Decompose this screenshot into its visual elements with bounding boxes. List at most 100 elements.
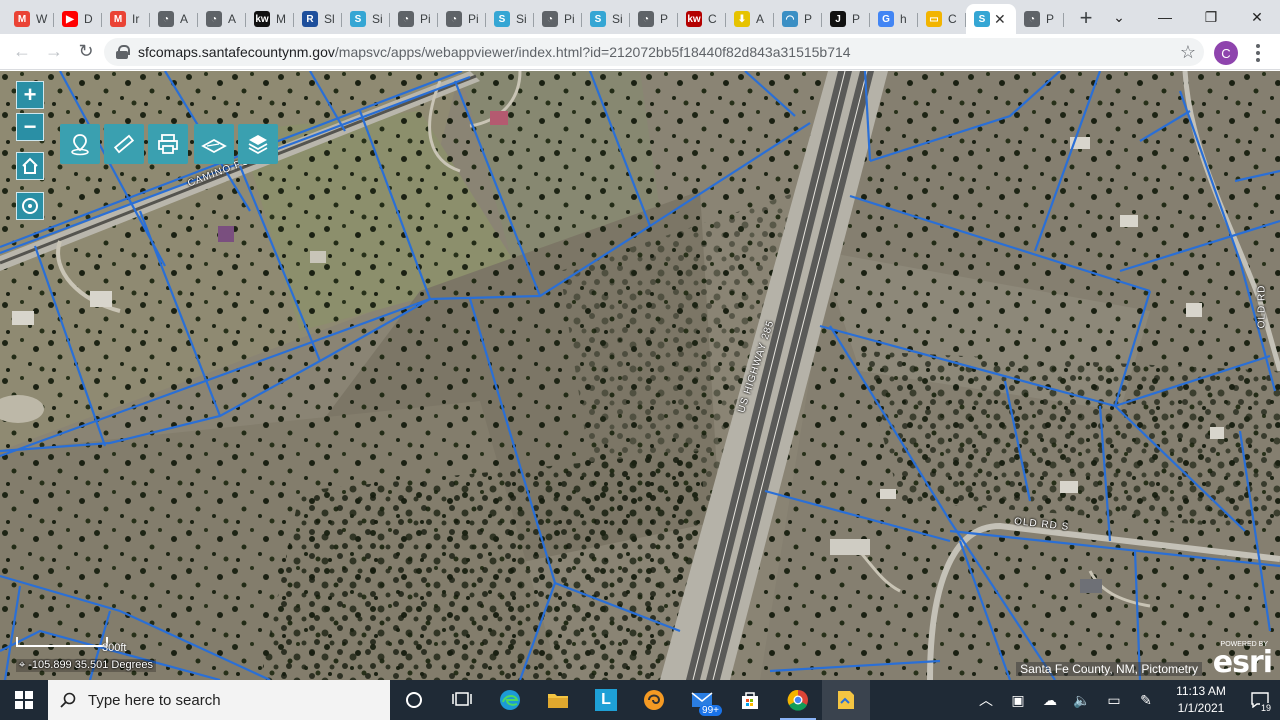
mail-button[interactable]: 99+ xyxy=(678,680,726,720)
system-tray: ︿ ▣ ☁ 🔈 ▭ ✎ 11:13 AM 1/1/2021 19 xyxy=(970,680,1280,720)
browser-tab[interactable]: ◔ Pi xyxy=(534,4,582,34)
swirl-app-icon xyxy=(644,690,664,710)
browser-tab[interactable]: M Ir xyxy=(102,4,150,34)
browser-tab[interactable]: kw M xyxy=(246,4,294,34)
cortana-button[interactable] xyxy=(390,680,438,720)
browser-tab[interactable]: R Sl xyxy=(294,4,342,34)
j-icon: J xyxy=(830,11,846,27)
globe-icon: ◔ xyxy=(158,11,174,27)
back-button[interactable]: ← xyxy=(6,36,38,68)
map-view[interactable]: CAMINO PC US HIGHWAY 285 OLD RD S OLD RD… xyxy=(0,71,1280,680)
tab-label: C xyxy=(708,12,717,26)
url-path: /mapsvc/apps/webappviewer/index.html?id=… xyxy=(334,44,851,60)
locate-icon xyxy=(22,198,38,214)
taskbar-clock[interactable]: 11:13 AM 1/1/2021 xyxy=(1162,683,1240,717)
lock-icon[interactable] xyxy=(116,45,130,59)
notification-center-button[interactable]: 19 xyxy=(1240,680,1280,720)
basemap-icon xyxy=(201,138,227,154)
onedrive-icon[interactable]: ☁ xyxy=(1034,680,1066,720)
browser-tab[interactable]: ◔ A xyxy=(198,4,246,34)
location-widget[interactable] xyxy=(60,124,100,164)
browser-tab[interactable]: ◔ A xyxy=(150,4,198,34)
task-view-button[interactable] xyxy=(438,680,486,720)
l-app-button[interactable]: L xyxy=(582,680,630,720)
google-icon: G xyxy=(878,11,894,27)
profile-avatar[interactable]: C xyxy=(1214,41,1238,65)
tab-label: h xyxy=(900,12,907,26)
menu-kebab-icon[interactable] xyxy=(1250,40,1266,66)
kw-icon: kw xyxy=(254,11,270,27)
chevron-up-icon[interactable]: ︿ xyxy=(970,680,1002,720)
esri-logo[interactable]: esri xyxy=(1213,645,1273,680)
url-host: sfcomaps.santafecountynm.gov xyxy=(138,44,335,60)
file-explorer-button[interactable] xyxy=(534,680,582,720)
layer-list-widget[interactable] xyxy=(238,124,278,164)
browser-tab[interactable]: ◠ P xyxy=(774,4,822,34)
browser-tab[interactable]: S Si xyxy=(486,4,534,34)
bookmark-star-icon[interactable]: ☆ xyxy=(1180,42,1196,63)
browser-tab[interactable]: JP xyxy=(822,4,870,34)
ruler-icon xyxy=(113,134,135,154)
browser-toolbar: ← → ↻ sfcomaps.santafecountynm.gov/mapsv… xyxy=(0,34,1280,70)
battery-icon[interactable]: ▭ xyxy=(1098,680,1130,720)
zoom-out-button[interactable]: − xyxy=(16,113,44,141)
arcgis-icon: S xyxy=(590,11,606,27)
coordinate-readout[interactable]: ⌖ -105.899 35.501 Degrees xyxy=(16,659,157,672)
taskbar-search[interactable]: Type here to search xyxy=(48,680,390,720)
gmail-icon: M xyxy=(14,11,30,27)
measure-widget[interactable] xyxy=(104,124,144,164)
browser-tab[interactable]: ▭ C xyxy=(918,4,966,34)
forward-button[interactable]: → xyxy=(38,36,70,68)
browser-tab[interactable]: ◔ Pi xyxy=(438,4,486,34)
meet-now-icon[interactable]: ▣ xyxy=(1002,680,1034,720)
pen-icon[interactable]: ✎ xyxy=(1130,680,1162,720)
locate-button[interactable] xyxy=(16,192,44,220)
home-button[interactable] xyxy=(16,152,44,180)
browser-tab[interactable]: ⬇ A xyxy=(726,4,774,34)
file-app-button[interactable] xyxy=(822,680,870,720)
folder-icon: ▭ xyxy=(926,11,942,27)
store-button[interactable] xyxy=(726,680,774,720)
browser-tab[interactable]: ◔ P xyxy=(630,4,678,34)
browser-tab[interactable]: ◔ P xyxy=(1016,4,1064,34)
tab-label: P xyxy=(852,12,861,26)
browser-tab[interactable]: kw C xyxy=(678,4,726,34)
browser-tab[interactable]: S Si xyxy=(342,4,390,34)
chrome-button[interactable] xyxy=(774,680,822,720)
basemap-widget[interactable] xyxy=(194,124,234,164)
arcgis-icon: S xyxy=(494,11,510,27)
volume-icon[interactable]: 🔈 xyxy=(1066,680,1098,720)
chevron-down-icon[interactable]: ⌄ xyxy=(1096,0,1142,34)
close-window-button[interactable]: ✕ xyxy=(1234,0,1280,34)
address-bar[interactable]: sfcomaps.santafecountynm.gov/mapsvc/apps… xyxy=(104,38,1204,66)
browser-tab[interactable]: S Si xyxy=(582,4,630,34)
close-icon[interactable]: ✕ xyxy=(994,11,1006,28)
coordinate-text: -105.899 35.501 Degrees xyxy=(28,659,154,671)
reload-button[interactable]: ↻ xyxy=(70,36,102,68)
swirl-app-button[interactable] xyxy=(630,680,678,720)
tab-active[interactable]: S ✕ xyxy=(966,4,1016,34)
browser-tab[interactable]: ▶ D xyxy=(54,4,102,34)
download-icon: ⬇ xyxy=(734,11,750,27)
maximize-button[interactable]: ❐ xyxy=(1188,0,1234,34)
map-attribution: Santa Fe County, NM, Pictometry xyxy=(1016,662,1202,676)
l-app-icon: L xyxy=(595,689,617,711)
globe-icon: ◔ xyxy=(398,11,414,27)
browser-tab[interactable]: ◔ Pi xyxy=(390,4,438,34)
arcgis-icon: S xyxy=(974,11,990,27)
zoom-in-button[interactable]: + xyxy=(16,81,44,109)
minimize-button[interactable]: — xyxy=(1142,0,1188,34)
tab-label: A xyxy=(180,12,189,26)
browser-tab[interactable]: Gh xyxy=(870,4,918,34)
print-widget[interactable] xyxy=(148,124,188,164)
file-app-icon xyxy=(838,691,854,709)
edge-button[interactable] xyxy=(486,680,534,720)
task-view-icon xyxy=(452,692,472,706)
browser-tab[interactable]: MW xyxy=(6,4,54,34)
tab-strip: M W ▶ D M Ir ◔ A ◔ Akw M R Sl S Si ◔ Pi ◔ Pi S Si ◔ Pi S Si ◔ Pkw C… xyxy=(0,0,1280,34)
edge-icon xyxy=(500,690,520,710)
tab-label: A xyxy=(756,12,765,26)
tab-label: C xyxy=(948,12,957,26)
search-placeholder: Type here to search xyxy=(88,691,221,709)
start-button[interactable] xyxy=(0,680,48,720)
